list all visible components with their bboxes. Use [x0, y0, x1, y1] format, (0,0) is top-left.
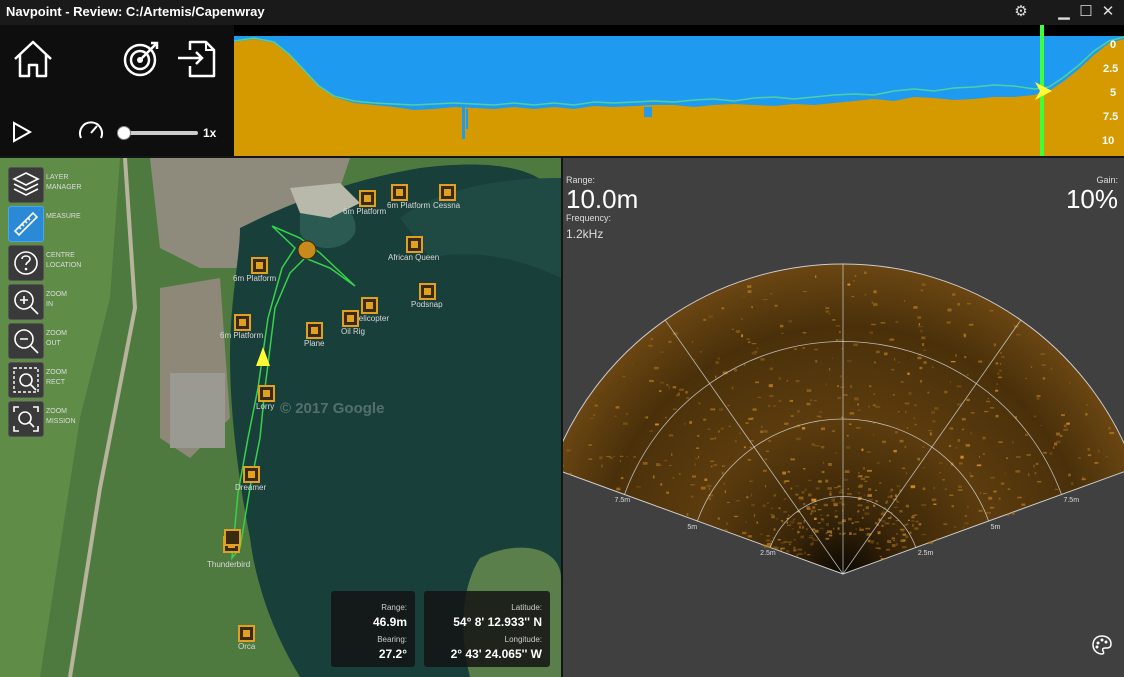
- depth-tick: 7.5: [1103, 111, 1119, 123]
- zoom-rect-label: ZOOM RECT: [46, 369, 67, 386]
- measure-button[interactable]: [8, 206, 44, 242]
- layer-manager-tool[interactable]: LAYER MANAGER: [8, 167, 118, 203]
- sonar-fan: [563, 263, 1124, 575]
- minimize-icon[interactable]: ▁: [1054, 2, 1074, 22]
- speed-label: 1x: [203, 126, 217, 140]
- waypoint-label: Dreamer: [235, 483, 267, 492]
- zoom-rect-icon: [13, 367, 39, 393]
- measure-tool[interactable]: MEASURE: [8, 206, 118, 242]
- bearing-value: 27.2°: [378, 647, 407, 661]
- ruler-icon: [13, 211, 39, 237]
- waypoint-marker[interactable]: [243, 466, 260, 483]
- range-label: Range:: [381, 603, 407, 612]
- waypoint-marker[interactable]: [258, 385, 275, 402]
- waypoint-label: 6m Platform: [233, 274, 277, 283]
- layers-icon: [12, 172, 40, 196]
- maximize-icon[interactable]: ☐: [1076, 2, 1096, 22]
- waypoint-marker[interactable]: [238, 625, 255, 642]
- export-icon[interactable]: [176, 38, 218, 80]
- depth-tick: 0: [1110, 39, 1117, 51]
- waypoint-label: Oil Rig: [341, 327, 366, 336]
- measure-label: MEASURE: [46, 213, 81, 220]
- target-icon[interactable]: [121, 39, 161, 79]
- zoom-out-tool[interactable]: ZOOM OUT: [8, 323, 118, 359]
- zoom-mission-label: ZOOM MISSION: [46, 408, 76, 425]
- range-value: 46.9m: [372, 615, 407, 629]
- waypoint-label: Plane: [304, 339, 325, 348]
- ring-label: 5m: [990, 523, 1001, 531]
- waypoint-marker[interactable]: [361, 297, 378, 314]
- centre-location-button[interactable]: [8, 245, 44, 281]
- longitude-label: Longitude:: [504, 635, 542, 644]
- zoom-mission-tool[interactable]: ZOOM MISSION: [8, 401, 118, 437]
- waypoint-label: Thunderbird: [207, 560, 251, 569]
- centre-location-label: CENTRE LOCATION: [46, 252, 82, 269]
- zoom-mission-icon: [13, 406, 39, 432]
- sonar-view[interactable]: Range: 10.0m Frequency: 1.2kHz Gain: 10%…: [563, 158, 1124, 677]
- zoom-out-icon: [14, 329, 39, 354]
- waypoint-marker[interactable]: [306, 322, 323, 339]
- close-icon[interactable]: ✕: [1098, 2, 1118, 22]
- waypoint-label: Orca: [238, 642, 256, 651]
- vehicle-position-icon: [297, 240, 317, 260]
- waypoint-marker[interactable]: [391, 184, 408, 201]
- waypoint-marker[interactable]: [342, 310, 359, 327]
- map-watermark: © 2017 Google: [280, 400, 385, 417]
- range-bearing-box: Range: 46.9m Bearing: 27.2°: [331, 591, 415, 667]
- zoom-in-icon: [14, 290, 39, 315]
- waypoint-label: Podsnap: [411, 300, 443, 309]
- waypoint-marker[interactable]: [419, 283, 436, 300]
- zoom-rect-button[interactable]: [8, 362, 44, 398]
- centre-location-tool[interactable]: CENTRE LOCATION: [8, 245, 118, 281]
- speed-slider[interactable]: [117, 126, 198, 140]
- ring-label: 7.5m: [614, 497, 631, 505]
- longitude-value: 2° 43' 24.065'' W: [450, 647, 542, 661]
- waypoint-marker[interactable]: [359, 190, 376, 207]
- zoom-in-button[interactable]: [8, 284, 44, 320]
- ring-label: 2.5m: [760, 550, 776, 558]
- latitude-value: 54° 8' 12.933'' N: [453, 615, 542, 629]
- depth-tick: 10: [1102, 135, 1115, 147]
- zoom-rect-tool[interactable]: ZOOM RECT: [8, 362, 118, 398]
- question-icon: [14, 251, 38, 275]
- ring-label: 7.5m: [1063, 497, 1080, 505]
- latitude-label: Latitude:: [511, 603, 542, 612]
- play-icon[interactable]: [10, 120, 34, 144]
- waypoint-marker[interactable]: [224, 529, 241, 546]
- waypoint-marker[interactable]: [439, 184, 456, 201]
- bearing-label: Bearing:: [377, 635, 407, 644]
- home-icon[interactable]: [12, 39, 54, 79]
- map-view[interactable]: © 2017 Google 6m Platform Cessna African Q…: [0, 158, 561, 677]
- waypoint-label: Cessna: [433, 201, 461, 210]
- waypoint-label: 6m Platform: [387, 201, 431, 210]
- zoom-in-tool[interactable]: ZOOM IN: [8, 284, 118, 320]
- waypoint-label: Lorry: [256, 402, 275, 411]
- ring-label: 5m: [687, 523, 698, 531]
- title-bar: Navpoint - Review: C:/Artemis/Capenwray …: [0, 0, 1124, 25]
- waypoint-label: 6m Platform: [343, 207, 387, 216]
- waypoint-marker[interactable]: [234, 314, 251, 331]
- control-panel: 1x: [0, 25, 234, 156]
- zoom-out-label: ZOOM OUT: [46, 330, 67, 347]
- speed-gauge-icon: [79, 121, 103, 139]
- waypoint-marker[interactable]: [406, 236, 423, 253]
- settings-icon[interactable]: ⚙: [1011, 2, 1031, 22]
- layer-manager-button[interactable]: [8, 167, 44, 203]
- waypoint-marker[interactable]: [251, 257, 268, 274]
- depth-profile[interactable]: 0 2.5 5 7.5 10: [234, 25, 1124, 156]
- depth-tick: 2.5: [1103, 63, 1119, 75]
- waypoint-label: 6m Platform: [220, 331, 264, 340]
- depth-tick: 5: [1110, 87, 1117, 99]
- zoom-out-button[interactable]: [8, 323, 44, 359]
- lat-long-box: Latitude: 54° 8' 12.933'' N Longitude: 2…: [424, 591, 550, 667]
- zoom-in-label: ZOOM IN: [46, 291, 67, 308]
- window-title: Navpoint - Review: C:/Artemis/Capenwray: [6, 4, 265, 19]
- zoom-mission-button[interactable]: [8, 401, 44, 437]
- speed-slider-thumb[interactable]: [117, 126, 131, 140]
- palette-icon[interactable]: [1091, 634, 1113, 656]
- ring-label: 2.5m: [917, 550, 934, 558]
- layer-manager-label: LAYER MANAGER: [46, 174, 82, 191]
- waypoint-label: African Queen: [388, 253, 440, 262]
